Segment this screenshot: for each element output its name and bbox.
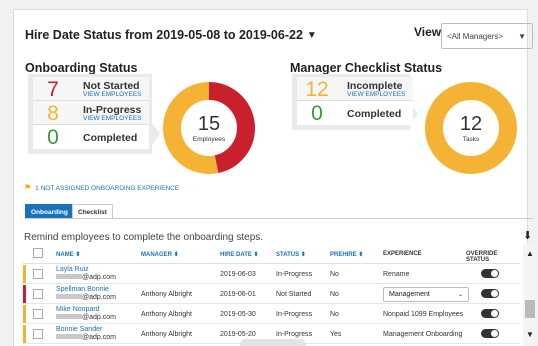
row-checkbox[interactable] [33, 329, 43, 339]
manager-cell: Anthony Albright [141, 311, 192, 318]
employee-name-link[interactable]: Spellman Bonnie [56, 286, 109, 293]
table-row: Layla Ruiz @adp.com 2019-06-03 In-Progress N… [23, 265, 520, 284]
tab-divider [25, 218, 533, 219]
employee-email: @adp.com [56, 294, 116, 301]
panel-arrow [152, 123, 160, 145]
scroll-thumb[interactable] [525, 300, 535, 318]
employee-name-link[interactable]: Mike Nonpard [56, 306, 100, 313]
status-cell: Not Started [276, 291, 312, 298]
download-icon[interactable]: ⬇ [523, 229, 532, 242]
experience-select[interactable]: Management ⌄ [383, 287, 469, 302]
view-employees-link[interactable]: VIEW EMPLOYEES [83, 115, 142, 122]
table-scrollbar[interactable]: ▲ ▼ [523, 244, 537, 346]
hire-date-cell: 2019-06-03 [220, 271, 256, 278]
chevron-down-icon: ▼ [518, 32, 526, 41]
stat-value: 0 [311, 102, 323, 125]
hire-date-filter[interactable]: Hire Date Status from 2019-05-08 to 2019… [25, 28, 317, 42]
stat-row: 0 Completed [297, 101, 413, 125]
prehire-cell: No [330, 271, 339, 278]
override-status-toggle[interactable] [481, 269, 499, 278]
flag-icon: ⚑ [24, 183, 32, 192]
experience-cell: Nonpaid 1099 Employees [383, 311, 464, 318]
stat-label: Completed [83, 132, 138, 144]
row-checkbox[interactable] [33, 269, 43, 279]
onboarding-donut-value: 15 [197, 113, 221, 135]
table-header: NAME ⬍ MANAGER ⬍ HIRE DATE ⬍ STATUS ⬍ PR… [23, 244, 520, 264]
status-cell: In-Progress [276, 331, 313, 338]
view-label: View [414, 25, 442, 39]
status-bar [23, 325, 26, 343]
onboarding-status-title: Onboarding Status [25, 61, 138, 75]
override-status-toggle[interactable] [481, 309, 499, 318]
stat-row: 7 Not Started VIEW EMPLOYEES [33, 77, 149, 101]
stat-value: 8 [47, 102, 59, 125]
stat-row: 0 Completed [33, 125, 149, 149]
employee-email: @adp.com [56, 314, 116, 321]
tab-checklist[interactable]: Checklist [72, 204, 113, 219]
prehire-cell: No [330, 291, 339, 298]
table-row: Mike Nonpard @adp.com Anthony Albright 2019… [23, 305, 520, 324]
experience-cell: Management Onboarding [383, 331, 463, 338]
tab-onboarding[interactable]: Onboarding [25, 204, 74, 219]
status-cell: In-Progress [276, 271, 313, 278]
employee-name-link[interactable]: Layla Ruiz [56, 266, 89, 273]
stat-value: 7 [47, 78, 59, 101]
manager-cell: Anthony Albright [141, 331, 192, 338]
prehire-cell: No [330, 311, 339, 318]
experience-cell: Rename [383, 271, 410, 278]
scroll-up-icon[interactable]: ▲ [526, 249, 534, 258]
col-experience: EXPERIENCE [383, 251, 422, 257]
col-override-status: OVERRIDE STATUS [466, 251, 498, 263]
employee-email: @adp.com [56, 334, 116, 341]
onboarding-stats: 7 Not Started VIEW EMPLOYEES 8 In-Progress VI… [33, 77, 149, 149]
stat-row: 8 In-Progress VIEW EMPLOYEES [33, 101, 149, 125]
stat-row: 12 Incomplete VIEW EMPLOYEES [297, 77, 413, 101]
status-bar [23, 305, 26, 323]
employee-table: NAME ⬍ MANAGER ⬍ HIRE DATE ⬍ STATUS ⬍ PR… [23, 244, 537, 346]
chevron-down-icon: ▼ [306, 30, 317, 41]
dashboard-card: Hire Date Status from 2019-05-08 to 2019… [13, 9, 537, 346]
pagination-control[interactable] [240, 339, 306, 346]
view-employees-link[interactable]: VIEW EMPLOYEES [83, 91, 142, 98]
stat-value: 12 [305, 78, 329, 101]
col-manager[interactable]: MANAGER ⬍ [141, 251, 179, 258]
hire-date-cell: 2019-06-01 [220, 291, 256, 298]
override-status-toggle[interactable] [481, 329, 499, 338]
employee-name-link[interactable]: Bonnie Sander [56, 326, 102, 333]
row-checkbox[interactable] [33, 309, 43, 319]
stat-value: 0 [47, 126, 59, 149]
checklist-donut-label: Tasks [462, 136, 480, 143]
table-row: Spellman Bonnie @adp.com Anthony Albright 2… [23, 285, 520, 304]
employee-email: @adp.com [56, 274, 116, 281]
not-assigned-notice[interactable]: ⚑ 1 NOT ASSIGNED ONBOARDING EXPERIENCE [24, 183, 179, 192]
col-name[interactable]: NAME ⬍ [56, 251, 80, 258]
view-employees-link[interactable]: VIEW EMPLOYEES [347, 91, 406, 98]
manager-cell: Anthony Albright [141, 291, 192, 298]
col-status[interactable]: STATUS ⬍ [276, 251, 306, 258]
onboarding-donut-label: Employees [192, 136, 226, 143]
row-checkbox[interactable] [33, 289, 43, 299]
col-hire-date[interactable]: HIRE DATE ⬍ [220, 251, 259, 258]
prehire-cell: Yes [330, 331, 342, 338]
checklist-status-title: Manager Checklist Status [290, 61, 443, 75]
status-cell: In-Progress [276, 311, 313, 318]
status-bar [23, 265, 26, 283]
hire-date-cell: 2019-05-30 [220, 311, 256, 318]
col-prehire[interactable]: PREHIRE ⬍ [330, 251, 363, 258]
chevron-down-icon: ⌄ [457, 292, 463, 298]
status-bar [23, 285, 26, 303]
hire-date-cell: 2019-05-20 [220, 331, 256, 338]
manager-view-select[interactable]: <All Managers> ▼ [441, 23, 533, 49]
checklist-donut-value: 12 [459, 113, 483, 135]
checklist-stats: 12 Incomplete VIEW EMPLOYEES 0 Completed [297, 77, 413, 125]
override-status-toggle[interactable] [481, 289, 499, 298]
stat-label: Completed [347, 108, 402, 120]
remind-text: Remind employees to complete the onboard… [24, 232, 264, 243]
scroll-down-icon[interactable]: ▼ [526, 330, 534, 339]
select-all-checkbox[interactable] [33, 248, 43, 258]
